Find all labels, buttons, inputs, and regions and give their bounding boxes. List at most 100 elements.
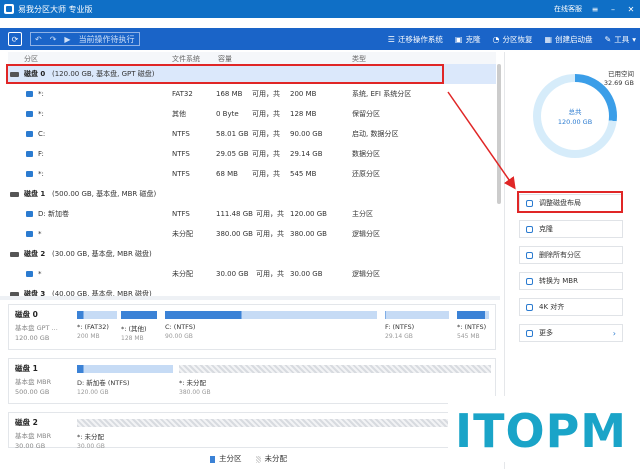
partition-type: 还原分区 xyxy=(352,170,380,178)
partition-type: 逻辑分区 xyxy=(352,230,380,238)
disk-map-type: 基本盘 MBR xyxy=(15,432,52,440)
legend-primary-label: 主分区 xyxy=(219,454,242,463)
partition-name: * xyxy=(38,230,42,238)
partition-name: D: 新加卷 xyxy=(38,210,69,218)
clone-toolbar-button[interactable]: ▣ 克隆 xyxy=(455,34,481,45)
partition-avail-text: 可用，共 xyxy=(252,150,280,158)
disk-row-2[interactable]: 磁盘 2 (30.00 GB, 基本盘, MBR 磁盘) xyxy=(8,244,496,264)
bootable-media-icon: ▦ xyxy=(544,34,553,44)
segment-label: *: (FAT32) xyxy=(77,323,109,331)
segment[interactable]: *: (NTFS) 545 MB xyxy=(457,311,489,340)
watermark-icon: ITOPM xyxy=(455,404,626,457)
partition-row[interactable]: C: NTFS 58.01 GB 可用，共 90.00 GB 启动, 数据分区 xyxy=(8,124,496,144)
segment[interactable]: C: (NTFS) 90.00 GB xyxy=(165,311,377,340)
partition-free: 58.01 GB xyxy=(216,130,249,138)
align-4k-label: 4K 对齐 xyxy=(539,303,565,311)
partition-icon xyxy=(26,271,33,277)
legend-unallocated: 未分配 xyxy=(255,453,287,464)
partition-icon xyxy=(26,171,33,177)
partition-avail-text: 可用，共 xyxy=(256,270,284,278)
col-filesystem[interactable]: 文件系统 xyxy=(172,54,200,64)
disk-map-size: 30.00 GB xyxy=(15,442,46,450)
tools-label: 工具 xyxy=(614,34,630,44)
segment-size: 380.00 GB xyxy=(179,389,211,396)
segment-bar xyxy=(165,311,377,319)
partition-row[interactable]: *: FAT32 168 MB 可用，共 200 MB 系统, EFI 系统分区 xyxy=(8,84,496,104)
disk-map-type: 基本盘 GPT ... xyxy=(15,324,58,332)
clone-disk-button[interactable]: 克隆 xyxy=(519,220,623,238)
disk-icon xyxy=(10,192,19,197)
close-icon[interactable]: ✕ xyxy=(626,5,636,14)
partition-row[interactable]: F: NTFS 29.05 GB 可用，共 29.14 GB 数据分区 xyxy=(8,144,496,164)
tree-scrollbar[interactable] xyxy=(497,64,501,204)
partition-fs: FAT32 xyxy=(172,90,193,98)
migrate-os-button[interactable]: ☰ 迁移操作系统 xyxy=(388,34,443,45)
disk-row-1[interactable]: 磁盘 1 (500.00 GB, 基本盘, MBR 磁盘) xyxy=(8,184,496,204)
partition-fs: NTFS xyxy=(172,150,190,158)
segment-bar-unallocated xyxy=(77,419,489,427)
partition-recovery-button[interactable]: ◔ 分区恢复 xyxy=(492,34,532,45)
partition-recovery-icon: ◔ xyxy=(492,34,500,44)
more-button[interactable]: 更多 › xyxy=(519,324,623,342)
partition-fs: NTFS xyxy=(172,130,190,138)
tools-button[interactable]: ✎ 工具 ▾ xyxy=(605,34,636,45)
partition-table-header: 分区 文件系统 容量 类型 xyxy=(8,52,496,64)
total-caption: 总共 xyxy=(568,108,582,116)
partition-row[interactable]: * 未分配 380.00 GB 可用，共 380.00 GB 逻辑分区 xyxy=(8,224,496,244)
refresh-icon: ⟳ xyxy=(11,34,19,44)
adjust-layout-highlight-box xyxy=(517,191,623,213)
history-group: ↶ ↷ ▶ 当前操作待执行 xyxy=(30,32,140,46)
col-capacity[interactable]: 容量 xyxy=(218,54,232,64)
segment[interactable]: *: (其他) 128 MB xyxy=(121,311,157,342)
menu-icon[interactable]: ≡ xyxy=(590,5,600,14)
disk-map-2[interactable]: 磁盘 2 基本盘 MBR 30.00 GB *: 未分配 30.00 GB xyxy=(8,412,496,450)
delete-all-label: 删除所有分区 xyxy=(539,251,581,259)
align-4k-button[interactable]: 4K 对齐 xyxy=(519,298,623,316)
pane-divider[interactable] xyxy=(0,296,500,300)
segment[interactable]: D: 新加卷 (NTFS) 120.00 GB xyxy=(77,365,173,396)
partition-free: 29.05 GB xyxy=(216,150,249,158)
pending-operations-label[interactable]: 当前操作待执行 xyxy=(75,34,139,45)
partition-row[interactable]: * 未分配 30.00 GB 可用，共 30.00 GB 逻辑分区 xyxy=(8,264,496,284)
disk-map-0[interactable]: 磁盘 0 基本盘 GPT ... 120.00 GB *: (FAT32) 20… xyxy=(8,304,496,350)
unallocated-swatch-icon xyxy=(255,455,261,463)
segment[interactable]: F: (NTFS) 29.14 GB xyxy=(385,311,449,340)
partition-free: 30.00 GB xyxy=(216,270,249,278)
delete-all-partitions-button[interactable]: 删除所有分区 xyxy=(519,246,623,264)
used-space-label: 已用空间 32.69 GB xyxy=(604,70,634,88)
partition-tree: 磁盘 0 (120.00 GB, 基本盘, GPT 磁盘) *: FAT32 1… xyxy=(8,64,496,298)
partition-type: 启动, 数据分区 xyxy=(352,130,399,138)
undo-icon[interactable]: ↶ xyxy=(31,35,46,44)
segment-size: 29.14 GB xyxy=(385,333,413,340)
more-group: 更多 xyxy=(520,328,553,338)
col-type[interactable]: 类型 xyxy=(352,54,366,64)
segment[interactable]: *: 未分配 30.00 GB xyxy=(77,419,489,450)
disk-map-1[interactable]: 磁盘 1 基本盘 MBR 500.00 GB D: 新加卷 (NTFS) 120… xyxy=(8,358,496,404)
segment[interactable]: *: 未分配 380.00 GB xyxy=(179,365,491,396)
execute-icon[interactable]: ▶ xyxy=(60,35,74,44)
partition-row[interactable]: *: NTFS 68 MB 可用，共 545 MB 还原分区 xyxy=(8,164,496,184)
refresh-button[interactable]: ⟳ xyxy=(8,32,22,46)
segment[interactable]: *: (FAT32) 200 MB xyxy=(77,311,117,340)
segment-size: 120.00 GB xyxy=(77,389,109,396)
convert-mbr-button[interactable]: 转换为 MBR xyxy=(519,272,623,290)
segment-size: 545 MB xyxy=(457,333,480,340)
segment-size: 30.00 GB xyxy=(77,443,105,450)
partition-fs: 未分配 xyxy=(172,230,193,238)
minimize-icon[interactable]: – xyxy=(608,5,618,14)
disk-row-3[interactable]: 磁盘 3 (40.00 GB, 基本盘, MBR 磁盘) xyxy=(8,284,496,304)
bootable-media-button[interactable]: ▦ 创建启动盘 xyxy=(544,34,592,45)
disk-map-size: 120.00 GB xyxy=(15,334,50,342)
col-partition[interactable]: 分区 xyxy=(24,54,38,64)
online-service-link[interactable]: 在线客服 xyxy=(554,4,582,14)
partition-row[interactable]: D: 新加卷 NTFS 111.48 GB 可用，共 120.00 GB 主分区 xyxy=(8,204,496,224)
disk0-highlight-box xyxy=(6,64,444,84)
partition-row[interactable]: *: 其他 0 Byte 可用，共 128 MB 保留分区 xyxy=(8,104,496,124)
partition-name: *: xyxy=(38,170,44,178)
title-bar: 易我分区大师 专业版 在线客服 ≡ – ✕ xyxy=(0,0,640,18)
partition-icon xyxy=(26,131,33,137)
convert-icon xyxy=(526,277,533,285)
segment-label: D: 新加卷 (NTFS) xyxy=(77,379,130,387)
total-value: 120.00 GB xyxy=(557,118,593,126)
redo-icon[interactable]: ↷ xyxy=(46,35,61,44)
